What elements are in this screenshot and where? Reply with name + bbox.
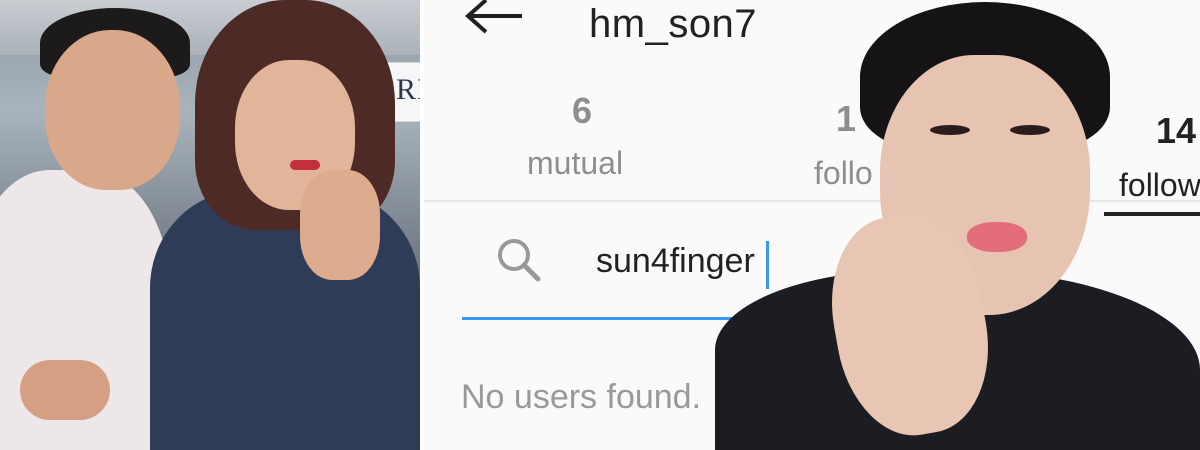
tab-mutual[interactable]: mutual [527,145,623,182]
composite-image: LORI hm_son7 6 mutual 1 follo 14 follow [0,0,1200,450]
search-icon [498,239,541,282]
back-arrow-icon[interactable] [464,0,524,38]
stat-mutual-value: 6 [572,90,593,131]
person-left-head [45,30,180,190]
left-photo: LORI [0,0,420,450]
person-left-hand [20,360,110,420]
cutout-eye-right [1010,125,1050,135]
no-results-message: No users found. [461,378,702,416]
right-photo-cutout [715,0,1200,450]
person-right-lips [290,160,320,170]
cutout-lips [967,222,1027,252]
cutout-eye-left [930,125,970,135]
person-right-hand [300,170,380,280]
